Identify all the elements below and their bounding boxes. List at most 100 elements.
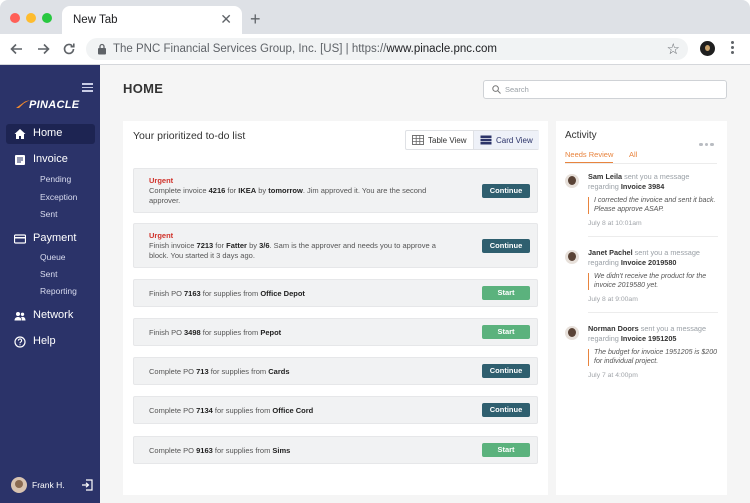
main-content: HOME Search Your prioritized to-do list … (100, 65, 750, 503)
todo-card: Your prioritized to-do list Table View C… (123, 121, 548, 495)
message-time: July 8 at 10:01am (588, 220, 642, 227)
message-quote: We didn't receive the product for the in… (588, 273, 718, 290)
table-view-button[interactable]: Table View (406, 131, 473, 149)
divider (588, 236, 718, 237)
browser-tab[interactable]: New Tab ✕ (62, 6, 242, 34)
sidebar-subitem-exception[interactable]: Exception (40, 192, 77, 202)
card-icon (480, 135, 492, 145)
close-window-button[interactable] (10, 13, 20, 23)
logo-text: PINACLE (29, 99, 80, 111)
browser-toolbar: The PNC Financial Services Group, Inc. [… (0, 34, 750, 65)
user-name: Frank H. (32, 480, 65, 490)
start-button[interactable]: Start (482, 443, 530, 457)
message-regarding: regarding Invoice 3984 (588, 182, 665, 191)
more-options-icon[interactable] (699, 133, 717, 146)
urgent-label: Urgent (149, 176, 174, 185)
message-time: July 7 at 4:00pm (588, 372, 638, 379)
sidebar-item-label: Home (33, 127, 63, 139)
table-icon (412, 135, 424, 145)
avatar (565, 174, 579, 188)
sidebar-item-network[interactable]: Network (6, 306, 95, 326)
sidebar-subitem-invoice-sent[interactable]: Sent (40, 209, 58, 219)
task-card: Complete PO 713 for supplies from Cards … (133, 357, 538, 385)
message-time: July 8 at 9:00am (588, 296, 638, 303)
tab-needs-review[interactable]: Needs Review (565, 150, 614, 163)
sidebar-subitem-payment-sent[interactable]: Sent (40, 269, 58, 279)
logout-icon[interactable] (81, 479, 93, 491)
sidebar-item-label: Invoice (33, 153, 68, 165)
url-text: The PNC Financial Services Group, Inc. [… (113, 43, 497, 55)
sidebar-item-label: Help (33, 335, 56, 347)
back-arrow-icon[interactable] (8, 40, 26, 58)
forward-arrow-icon[interactable] (34, 40, 52, 58)
task-text: Complete PO 9163 for supplies from Sims (149, 446, 291, 455)
continue-button[interactable]: Continue (482, 184, 530, 198)
maximize-window-button[interactable] (42, 13, 52, 23)
home-icon (14, 129, 26, 139)
search-placeholder: Search (505, 85, 529, 94)
tab-all[interactable]: All (629, 150, 637, 159)
tab-title: New Tab (73, 14, 118, 26)
task-card: Finish PO 3498 for supplies from Pepot S… (133, 318, 538, 346)
profile-avatar[interactable] (700, 41, 715, 56)
close-tab-icon[interactable]: ✕ (220, 11, 232, 27)
continue-button[interactable]: Continue (482, 239, 530, 253)
payment-icon (14, 234, 26, 244)
task-text: Complete invoice 4216 for IKEA by tomorr… (149, 186, 427, 205)
start-button[interactable]: Start (482, 325, 530, 339)
divider (588, 312, 718, 313)
task-card: Urgent Complete invoice 4216 for IKEA by… (133, 168, 538, 213)
continue-button[interactable]: Continue (482, 403, 530, 417)
lock-icon (98, 43, 106, 55)
task-card: Urgent Finish invoice 7213 for Fatter by… (133, 223, 538, 268)
page-title: HOME (123, 81, 164, 96)
sidebar-item-label: Network (33, 309, 74, 321)
urgent-label: Urgent (149, 231, 174, 240)
table-view-label: Table View (428, 136, 467, 145)
avatar (565, 250, 579, 264)
browser-menu-icon[interactable] (729, 40, 735, 56)
task-text: Finish PO 7163 for supplies from Office … (149, 289, 305, 298)
task-text: Complete PO 7134 for supplies from Offic… (149, 406, 314, 415)
sidebar: PINACLE Home Invoice Pending Exception S… (0, 65, 100, 503)
message-regarding: regarding Invoice 1951205 (588, 334, 677, 343)
task-text: Finish invoice 7213 for Fatter by 3/6. S… (149, 241, 436, 260)
hamburger-menu-icon[interactable] (82, 83, 93, 92)
message-quote: I corrected the invoice and sent it back… (588, 197, 718, 214)
browser-chrome: New Tab ✕ + The PNC Financial Services G… (0, 0, 750, 65)
search-input[interactable]: Search (483, 80, 727, 99)
card-view-label: Card View (496, 136, 533, 145)
task-card: Complete PO 7134 for supplies from Offic… (133, 396, 538, 424)
avatar (565, 326, 579, 340)
message-quote: The budget for invoice 1951205 is $200 f… (588, 349, 718, 366)
message-sender: Sam Leila sent you a message (588, 172, 690, 181)
invoice-icon (15, 155, 25, 165)
continue-button[interactable]: Continue (482, 364, 530, 378)
minimize-window-button[interactable] (26, 13, 36, 23)
sidebar-subitem-reporting[interactable]: Reporting (40, 286, 77, 296)
sidebar-subitem-pending[interactable]: Pending (40, 174, 71, 184)
todo-title: Your prioritized to-do list (133, 130, 246, 142)
start-button[interactable]: Start (482, 286, 530, 300)
address-bar[interactable]: The PNC Financial Services Group, Inc. [… (86, 38, 688, 60)
help-icon (14, 336, 26, 348)
message-sender: Janet Pachel sent you a message (588, 248, 700, 257)
task-card: Finish PO 7163 for supplies from Office … (133, 279, 538, 307)
new-tab-icon[interactable]: + (250, 9, 261, 29)
reload-icon[interactable] (60, 40, 78, 58)
sidebar-item-home[interactable]: Home (6, 124, 95, 144)
sidebar-item-label: Payment (33, 232, 77, 244)
sidebar-subitem-queue[interactable]: Queue (40, 252, 66, 262)
card-view-button[interactable]: Card View (473, 131, 539, 149)
logo-mark-icon (16, 100, 30, 108)
message-regarding: regarding Invoice 2019580 (588, 258, 677, 267)
activity-title: Activity (565, 130, 597, 141)
sidebar-item-invoice[interactable]: Invoice (6, 150, 95, 170)
search-icon (492, 85, 501, 94)
bookmark-star-icon[interactable]: ☆ (667, 40, 680, 58)
sidebar-item-help[interactable]: Help (6, 332, 95, 352)
user-profile[interactable]: Frank H. (11, 477, 95, 493)
sidebar-item-payment[interactable]: Payment (6, 229, 95, 249)
view-toggle: Table View Card View (405, 130, 539, 150)
tab-strip: New Tab ✕ + (0, 0, 750, 34)
